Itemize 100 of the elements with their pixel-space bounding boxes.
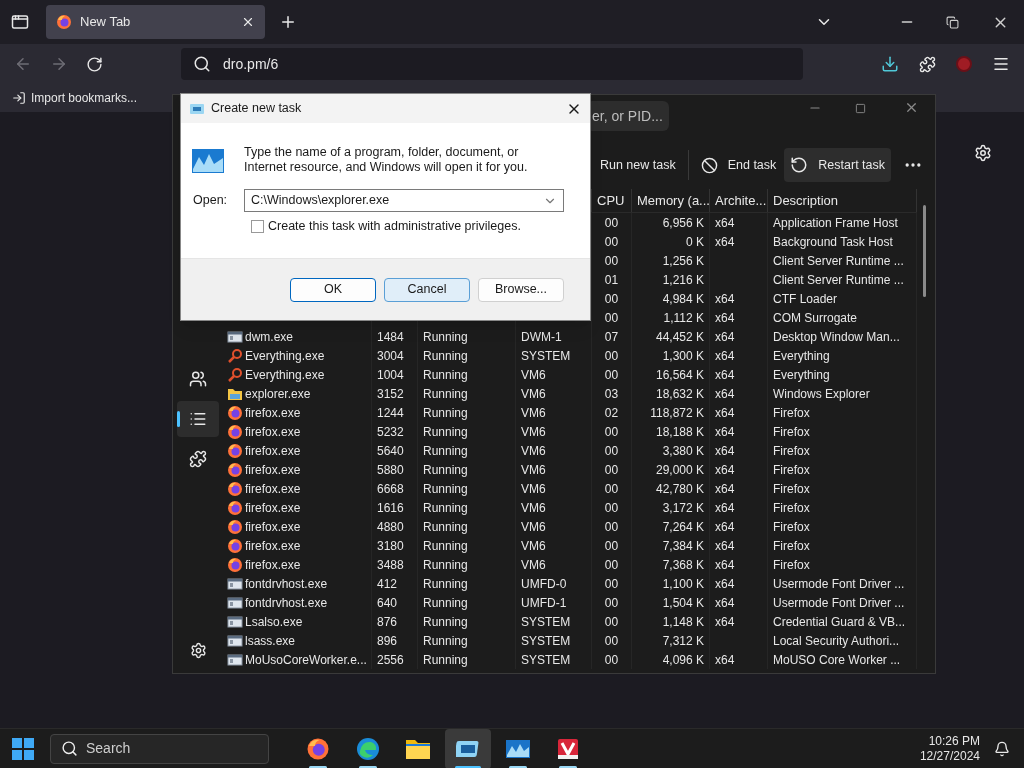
table-cell-text: Client Server Runtime ... [773, 252, 904, 270]
toolbar-button[interactable]: Run new task [593, 148, 682, 182]
table-cell-text: 03 [604, 385, 619, 403]
reload-icon[interactable] [86, 55, 103, 73]
table-cell-text: 07 [604, 328, 619, 346]
clock-date: 12/27/2024 [919, 748, 980, 764]
table-cell-text: Running [423, 480, 468, 498]
table-cell-text: Windows Explorer [773, 385, 870, 403]
new-tab-icon[interactable] [279, 13, 297, 31]
close-icon[interactable] [241, 15, 255, 29]
table-cell-text: 16,564 K [655, 366, 704, 384]
firefox-icon [306, 736, 330, 761]
table-cell-text: firefox.exe [245, 480, 301, 498]
table-cell-text: 3,172 K [662, 499, 704, 517]
download-icon[interactable] [881, 55, 899, 73]
restart-icon [790, 156, 809, 174]
column-header[interactable]: CPU [597, 190, 625, 211]
table-cell-text: 1,148 K [662, 613, 704, 631]
dialog-button[interactable]: Cancel [384, 277, 470, 302]
table-cell-text: Firefox [773, 556, 810, 574]
table-cell-text: 00 [604, 290, 619, 308]
table-cell-text: VM6 [521, 518, 546, 536]
table-cell-text: UMFD-1 [521, 594, 567, 612]
table-cell-text: Firefox [773, 518, 810, 536]
windows-start-icon[interactable] [12, 737, 34, 760]
column-header[interactable]: Archite... [715, 190, 767, 211]
table-cell-text: lsass.exe [245, 632, 296, 650]
task-manager-icon [189, 102, 205, 115]
table-cell-text: 3488 [377, 556, 404, 574]
table-cell-text: Client Server Runtime ... [773, 271, 904, 289]
table-cell-text: 4,096 K [662, 651, 704, 669]
table-cell-text: 18,188 K [655, 423, 704, 441]
table-cell-text: x64 [715, 423, 735, 441]
settings-icon[interactable] [974, 144, 992, 162]
table-cell-text: 00 [604, 480, 619, 498]
notification-icon[interactable] [994, 740, 1010, 757]
table-cell-text: fontdrvhost.exe [245, 575, 328, 593]
table-cell-text: 3004 [377, 347, 404, 365]
table-cell-text: x64 [715, 518, 735, 536]
table-cell-text: Firefox [773, 442, 810, 460]
column-header[interactable]: Memory (a... [637, 190, 710, 211]
menu-icon[interactable] [992, 55, 1010, 73]
firefox-icon [227, 556, 243, 573]
admin-checkbox[interactable]: Create this task with administrative privileges. [251, 217, 579, 236]
table-cell-text: Local Security Authori... [773, 632, 900, 650]
toolbar-button[interactable]: End task [694, 148, 783, 182]
table-cell-text: 42,780 K [655, 480, 704, 498]
table-cell-text: Everything.exe [245, 366, 325, 384]
maximize-icon[interactable] [855, 103, 866, 114]
table-cell-text: x64 [715, 575, 735, 593]
firefox-icon [227, 461, 243, 478]
table-cell-text: 00 [604, 442, 619, 460]
taskbar-search-field[interactable]: Search [50, 733, 269, 764]
table-cell-text: Running [423, 404, 468, 422]
table-cell-text: VM6 [521, 461, 546, 479]
table-cell-text: 118,872 K [650, 404, 704, 422]
table-cell-text: firefox.exe [245, 461, 301, 479]
folder-icon [405, 737, 431, 760]
puzzle-icon [189, 450, 207, 468]
column-header[interactable]: Description [773, 190, 839, 211]
table-cell-text: 29,000 K [655, 461, 704, 479]
restore-icon[interactable] [946, 15, 959, 29]
address-bar[interactable]: dro.pm/6 [181, 48, 803, 80]
table-cell-text: 412 [377, 575, 398, 593]
table-cell-text: Firefox [773, 537, 810, 555]
firefox-icon [227, 442, 243, 459]
table-cell-text: Running [423, 499, 468, 517]
window-icon [227, 651, 243, 668]
table-cell-text: 876 [377, 613, 398, 631]
table-cell-text: 0 K [686, 233, 704, 251]
open-combobox[interactable]: C:\Windows\explorer.exe [244, 189, 564, 212]
dialog-button[interactable]: OK [290, 277, 376, 302]
import-icon [12, 91, 26, 105]
back-icon[interactable] [14, 55, 32, 73]
tab-list-icon[interactable] [11, 13, 29, 31]
table-cell-text: x64 [715, 366, 735, 384]
sidebar-item[interactable] [177, 401, 219, 437]
table-cell-text: Firefox [773, 423, 810, 441]
table-cell-text: x64 [715, 328, 735, 346]
table-cell-text: x64 [715, 290, 735, 308]
firefox-icon [227, 499, 243, 516]
table-cell-text: 00 [604, 252, 619, 270]
dialog-button[interactable]: Browse... [478, 277, 564, 302]
table-cell-text: VM6 [521, 385, 546, 403]
table-cell-text: 7,384 K [662, 537, 704, 555]
scrollbar-thumb[interactable] [923, 205, 926, 297]
settings-icon[interactable] [189, 642, 207, 659]
table-cell-text: Running [423, 537, 468, 555]
extensions-icon[interactable] [919, 55, 936, 73]
firefox-icon [227, 480, 243, 497]
table-cell-text: 7,312 K [662, 632, 704, 650]
table-cell-text: 18,632 K [655, 385, 704, 403]
table-cell-text: 1,112 K [663, 309, 704, 327]
toolbar-button[interactable]: Restart task [784, 148, 891, 182]
browser-tab[interactable]: New Tab [46, 5, 265, 39]
taskbar-app[interactable] [445, 728, 491, 768]
table-cell-text: 00 [604, 518, 619, 536]
forward-icon[interactable] [50, 55, 68, 73]
bookmark-link[interactable]: Import bookmarks... [12, 89, 138, 107]
table-cell-text: 6668 [377, 480, 404, 498]
